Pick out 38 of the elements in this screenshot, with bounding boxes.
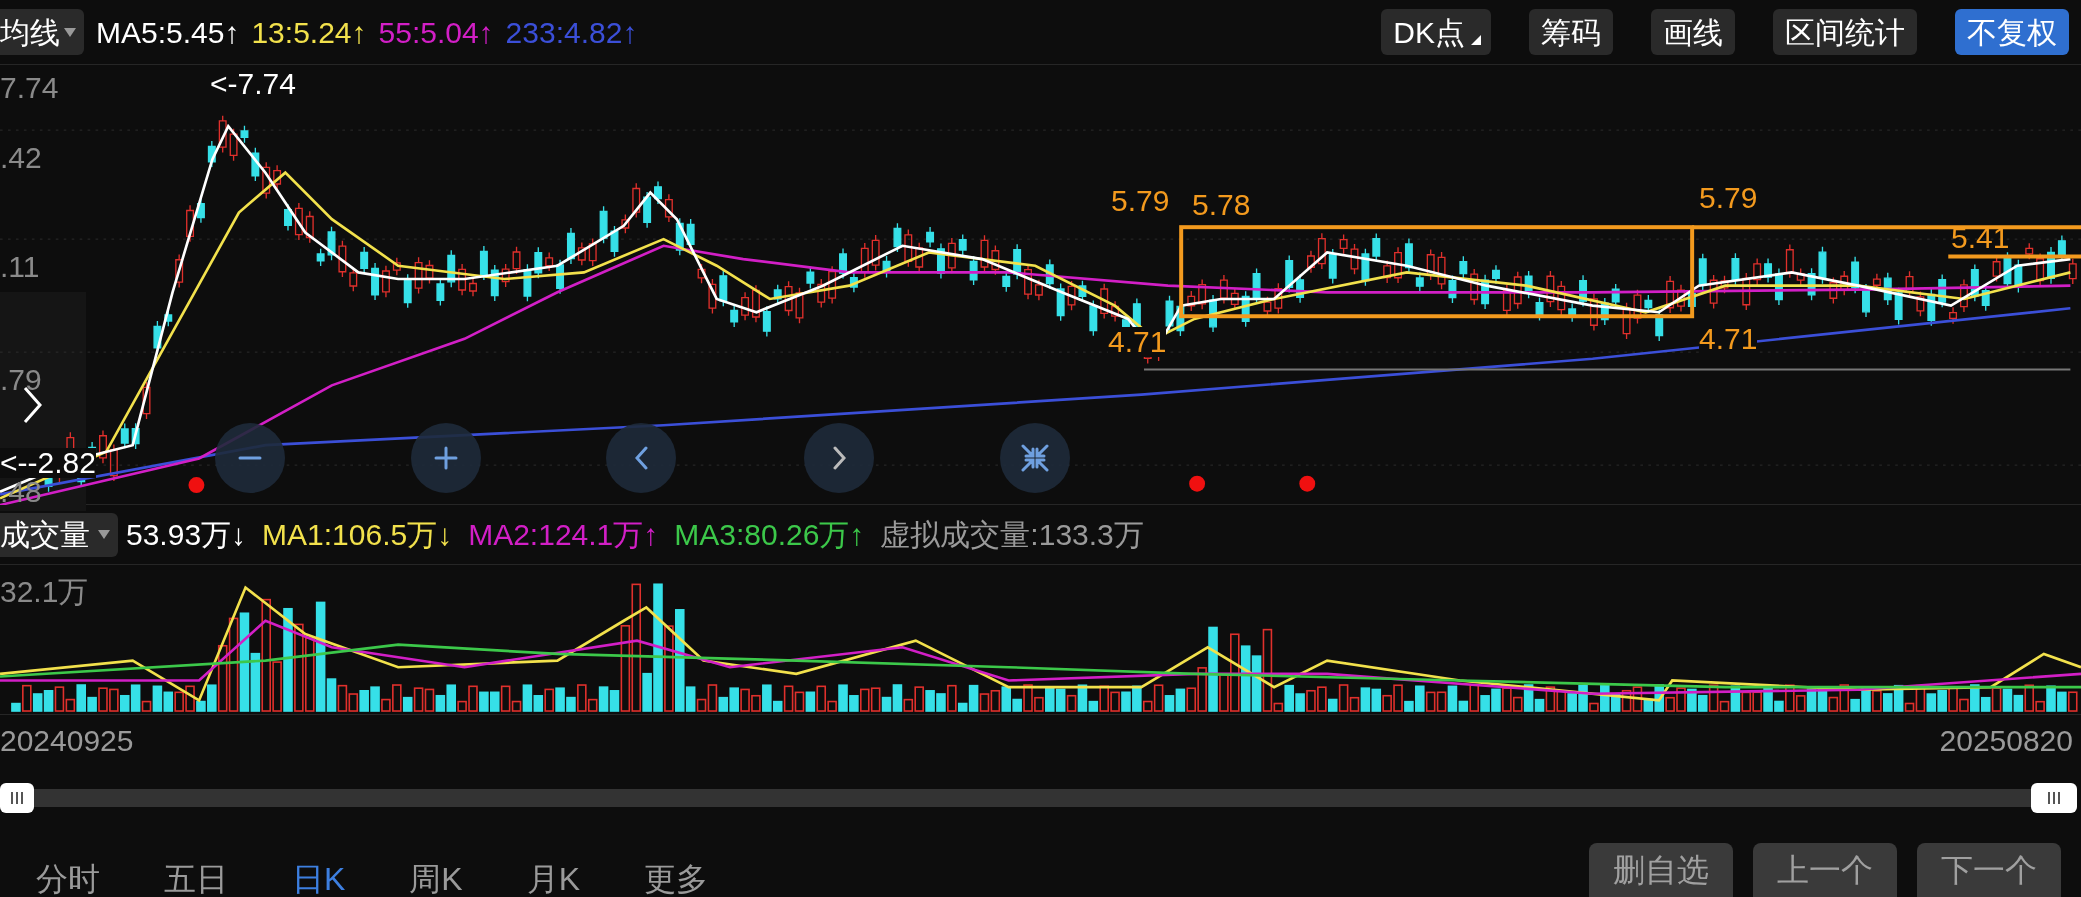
volume-readout: MA3:80.26万↑ xyxy=(674,517,865,553)
action-button[interactable]: 下一个 xyxy=(1917,843,2061,897)
toolbar-button[interactable]: 区间统计 xyxy=(1773,9,1917,55)
action-button[interactable]: 上一个 xyxy=(1753,843,1897,897)
ma-readout: 13:5.24↑ xyxy=(251,14,367,51)
price-axis-label: .79 xyxy=(0,365,42,395)
toolbar-button[interactable]: 筹码 xyxy=(1529,9,1613,55)
end-date-label: 20250820 xyxy=(1939,722,2073,759)
price-annotation: 5.79 xyxy=(1699,183,1758,213)
period-tab[interactable]: 日K xyxy=(284,863,354,895)
price-axis-label: 7.74 xyxy=(0,73,59,103)
indicator-dropdown[interactable]: 成交量 xyxy=(0,512,118,557)
price-annotation: 4.71 xyxy=(1108,327,1167,357)
price-axis-label: .42 xyxy=(0,143,42,173)
volume-readout: MA1:106.5万↓ xyxy=(262,517,453,553)
toolbar-button[interactable]: DK点 xyxy=(1381,9,1491,55)
indicator-dropdown[interactable]: 均线 xyxy=(0,9,84,55)
price-annotation: <-7.74 xyxy=(210,69,296,99)
start-date-label: 20240925 xyxy=(0,722,134,759)
toolbar-button[interactable]: 画线 xyxy=(1651,9,1735,55)
toolbar-button[interactable]: 不复权 xyxy=(1955,9,2069,55)
price-annotation: 5.79 xyxy=(1111,186,1170,216)
price-axis-label: .11 xyxy=(0,252,40,282)
ma-readout: 233:4.82↑ xyxy=(505,14,638,51)
volume-readout: 虚拟成交量:133.3万 xyxy=(880,517,1144,553)
price-annotation: <--2.82 xyxy=(0,448,96,478)
action-button[interactable]: 删自选 xyxy=(1589,843,1733,897)
period-tab[interactable]: 月K xyxy=(518,863,589,895)
volume-axis-label: 32.1万 xyxy=(0,577,89,607)
period-tab[interactable]: 周K xyxy=(401,863,471,895)
price-annotation: 5.78 xyxy=(1192,190,1251,220)
volume-readout: MA2:124.1万↑ xyxy=(468,517,659,553)
volume-readout: 53.93万↓ xyxy=(126,517,247,553)
period-tab[interactable]: 更多 xyxy=(636,863,717,895)
period-tab[interactable]: 五日 xyxy=(156,863,236,895)
period-tab[interactable]: 分时 xyxy=(28,863,108,895)
ma-readout: MA5:5.45↑ xyxy=(96,14,240,51)
ma-readout: 55:5.04↑ xyxy=(378,14,494,51)
